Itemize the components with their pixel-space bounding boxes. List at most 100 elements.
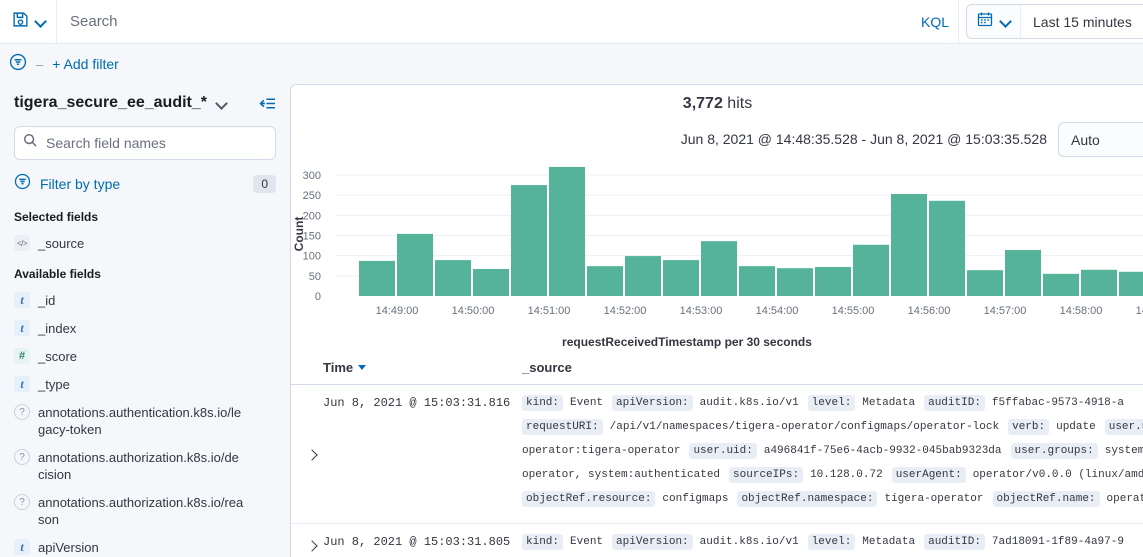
field-item[interactable]: tapiVersion <box>14 539 276 556</box>
document-row: Jun 8, 2021 @ 15:03:31.805kind:EventapiV… <box>291 524 1143 557</box>
source-line: operator, system:authenticatedsourceIPs:… <box>522 464 1143 488</box>
source-field-key: objectRef.name: <box>993 491 1100 507</box>
histogram-bar[interactable] <box>625 256 661 296</box>
field-item[interactable]: #_score <box>14 348 276 365</box>
source-field-value: 10.128.0.72 <box>810 469 883 481</box>
histogram-bar[interactable] <box>473 269 509 296</box>
source-field-value: tigera-operator <box>884 493 983 505</box>
source-field-key: level: <box>808 395 856 411</box>
histogram-bar[interactable] <box>435 260 471 296</box>
chevron-down-icon <box>34 15 47 28</box>
query-bar: Search KQL Last 15 minutes <box>0 0 1143 44</box>
field-item[interactable]: </>_source <box>14 235 276 252</box>
source-field-key: auditID: <box>924 395 985 411</box>
histogram-bar[interactable] <box>777 268 813 296</box>
histogram-bar[interactable] <box>663 260 699 296</box>
source-field-key: level: <box>808 534 856 550</box>
search-icon <box>23 133 38 153</box>
source-field-key: userAgent: <box>892 467 966 483</box>
field-type-icon: t <box>14 376 30 392</box>
index-pattern-title[interactable]: tigera_secure_ee_audit_* <box>14 94 207 112</box>
field-item[interactable]: t_type <box>14 376 276 393</box>
doc-source: kind:EventapiVersion:audit.k8s.io/v1leve… <box>522 531 1143 555</box>
filter-by-type-button[interactable]: Filter by type <box>40 176 120 192</box>
histogram-bar[interactable] <box>397 234 433 296</box>
collapse-sidebar-button[interactable] <box>259 95 276 112</box>
x-axis-tick: 14:50:00 <box>452 305 495 317</box>
y-axis-tick: 50 <box>309 271 321 283</box>
histogram-bar[interactable] <box>359 261 395 296</box>
filter-in-circle-icon[interactable] <box>9 53 27 76</box>
source-field-key: apiVersion: <box>612 534 693 550</box>
field-name: _index <box>38 320 244 337</box>
field-type-icon: ? <box>14 449 30 465</box>
histogram-bar[interactable] <box>891 194 927 296</box>
histogram-bar[interactable] <box>739 266 775 296</box>
y-axis-tick: 300 <box>303 170 321 182</box>
source-field-key: apiVersion: <box>612 395 693 411</box>
y-axis-tick: 200 <box>303 210 321 222</box>
saved-query-menu-button[interactable] <box>0 0 57 43</box>
field-name: annotations.authorization.k8s.io/decisio… <box>38 449 244 483</box>
time-range-button[interactable]: Last 15 minutes <box>1021 14 1143 30</box>
histogram-bar[interactable] <box>1005 250 1041 296</box>
document-row: Jun 8, 2021 @ 15:03:31.816kind:EventapiV… <box>291 385 1143 524</box>
histogram-bar[interactable] <box>853 245 889 296</box>
histogram-bar[interactable] <box>587 266 623 296</box>
expand-row-button[interactable] <box>301 392 323 512</box>
chart-x-axis-label: requestReceivedTimestamp per 30 seconds <box>291 335 1083 349</box>
divider <box>958 0 959 43</box>
filter-count-badge: 0 <box>253 175 276 193</box>
histogram-bar[interactable] <box>1081 270 1117 296</box>
histogram-bar[interactable] <box>929 201 965 296</box>
source-field-value: Event <box>570 397 603 409</box>
histogram-chart[interactable]: 05010015020025030014:49:0014:50:0014:51:… <box>291 161 1143 345</box>
source-field-value: operator-lock <box>1107 493 1143 505</box>
x-axis-tick: 14:52:00 <box>604 305 647 317</box>
field-type-icon: ? <box>14 494 30 510</box>
histogram-bar[interactable] <box>1119 272 1143 296</box>
source-field-key: requestURI: <box>522 419 603 435</box>
y-axis-tick: 250 <box>303 190 321 202</box>
source-field-key: verb: <box>1008 419 1049 435</box>
histogram-bar[interactable] <box>549 167 585 296</box>
histogram-bar[interactable] <box>815 267 851 296</box>
field-item[interactable]: ?annotations.authentication.k8s.io/legac… <box>14 404 276 438</box>
histogram-bar[interactable] <box>701 241 737 296</box>
field-search-input[interactable]: Search field names <box>14 126 276 160</box>
source-field-key: user.username: <box>1105 419 1143 435</box>
source-field-value: update <box>1056 421 1096 433</box>
x-axis-tick: 14:57:00 <box>984 305 1027 317</box>
selected-fields-list: </>_source <box>14 235 276 252</box>
field-name: _id <box>38 292 244 309</box>
source-field-value: Metadata <box>862 397 915 409</box>
field-name: annotations.authentication.k8s.io/legacy… <box>38 404 244 438</box>
sort-down-icon <box>358 365 366 370</box>
source-field-key: user.groups: <box>1011 443 1098 459</box>
search-placeholder: Search <box>56 13 118 30</box>
kql-button[interactable]: KQL <box>912 0 958 43</box>
chart-time-range: Jun 8, 2021 @ 14:48:35.528 - Jun 8, 2021… <box>681 131 1047 147</box>
source-field-value: Event <box>570 536 603 548</box>
field-item[interactable]: ?annotations.authorization.k8s.io/reason <box>14 494 276 528</box>
histogram-bar[interactable] <box>1043 274 1079 296</box>
interval-select[interactable]: Auto <box>1058 122 1143 157</box>
doc-source: kind:EventapiVersion:audit.k8s.io/v1leve… <box>522 392 1143 512</box>
time-column-header[interactable]: Time <box>323 360 522 375</box>
histogram-bar[interactable] <box>511 185 547 296</box>
discover-page: Search KQL Last 15 minutes <box>0 0 1143 557</box>
source-line: kind:EventapiVersion:audit.k8s.io/v1leve… <box>522 531 1143 555</box>
add-filter-button[interactable]: + Add filter <box>52 56 119 72</box>
expand-row-button[interactable] <box>301 531 323 555</box>
source-column-header: _source <box>522 360 572 375</box>
calendar-button[interactable] <box>967 5 1021 38</box>
source-line: kind:EventapiVersion:audit.k8s.io/v1leve… <box>522 392 1143 416</box>
field-item[interactable]: t_id <box>14 292 276 309</box>
available-fields-heading: Available fields <box>14 267 276 281</box>
field-item[interactable]: t_index <box>14 320 276 337</box>
field-item[interactable]: ? annotations.authorization.k8s.io/decisi… <box>14 449 276 483</box>
y-axis-tick: 100 <box>303 251 321 263</box>
source-field-key: sourceIPs: <box>729 467 803 483</box>
search-input[interactable]: Search <box>56 0 903 43</box>
histogram-bar[interactable] <box>967 270 1003 296</box>
